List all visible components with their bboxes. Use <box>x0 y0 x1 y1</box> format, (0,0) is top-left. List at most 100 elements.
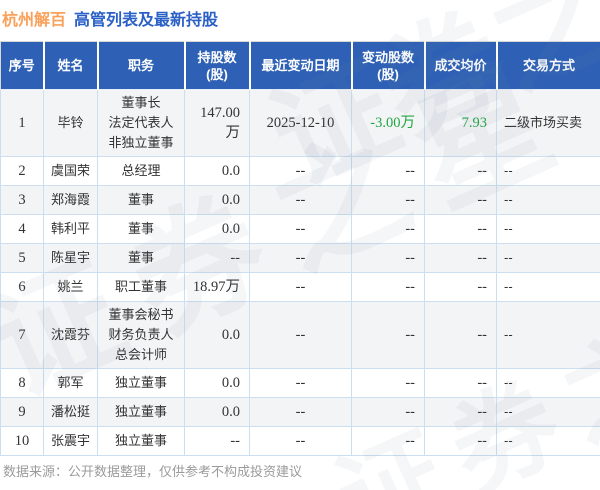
page-title: 杭州解百 高管列表及最新持股 <box>2 6 218 30</box>
cell-method: -- <box>496 301 600 369</box>
cell-name: 张震宇 <box>43 426 98 456</box>
table-row: 3 郑海霞 董事 0.0 -- -- -- -- <box>0 185 600 215</box>
cell-change: -- <box>351 272 425 302</box>
cell-price: -- <box>424 368 497 398</box>
column-header: 交易方式 <box>495 41 600 90</box>
cell-date: -- <box>249 272 352 302</box>
column-header: 姓名 <box>42 41 98 90</box>
cell-position: 董事 <box>97 214 185 244</box>
executive-holdings-table: 序号 姓名 职务 持股数 (股) 最近变动日期 变动股数 (股) 成交均价 交易方式 1 毕铃董… <box>0 41 600 456</box>
cell-change: -- <box>351 214 425 244</box>
table-row: 1 毕铃 董事长 法定代表人 非独立董事 147.00万 2025-12-10 -3.00… <box>0 89 600 157</box>
cell-shares: 0.0 <box>184 214 250 244</box>
cell-no: 10 <box>0 426 44 456</box>
cell-date: 2025-12-10 <box>249 89 352 157</box>
table-row: 5 陈星宇 董事 -- -- -- -- -- <box>0 243 600 273</box>
column-header: 职务 <box>96 41 185 90</box>
cell-change: -- <box>351 156 425 186</box>
cell-name: 毕铃 <box>43 89 98 157</box>
table-row: 8 郭军 独立董事 0.0 -- -- -- -- <box>0 368 600 398</box>
table-row: 10 张震宇 独立董事 -- -- -- -- -- <box>0 426 600 456</box>
cell-method: -- <box>496 426 600 456</box>
cell-no: 3 <box>0 185 44 215</box>
cell-shares: -- <box>184 243 250 273</box>
cell-position: 总经理 <box>97 156 185 186</box>
cell-date: -- <box>249 397 352 427</box>
cell-change: -- <box>351 397 425 427</box>
cell-price: -- <box>424 156 497 186</box>
cell-name: 郑海霞 <box>43 185 98 215</box>
column-header: 持股数 (股) <box>183 41 250 90</box>
cell-shares: 0.0 <box>184 397 250 427</box>
page: 证券之星 证券之星 证券之星 杭州解百高管列表及最新持股 序号姓名职务持股数 (… <box>0 0 600 490</box>
cell-date: -- <box>249 368 352 398</box>
table-row: 7 沈霞芬 董事会秘书 财务负责人 总会计师 0.0 -- -- -- -- <box>0 301 600 369</box>
cell-name: 郭军 <box>43 368 98 398</box>
cell-change: -3.00万 <box>351 89 425 157</box>
cell-no: 9 <box>0 397 44 427</box>
cell-price: -- <box>424 397 497 427</box>
cell-date: -- <box>249 185 352 215</box>
cell-date: -- <box>249 301 352 369</box>
cell-date: -- <box>249 214 352 244</box>
cell-no: 7 <box>0 301 44 369</box>
table-row: 2 虞国荣 总经理 0.0 -- -- -- -- <box>0 156 600 186</box>
cell-position: 职工董事 <box>97 272 185 302</box>
cell-name: 虞国荣 <box>43 156 98 186</box>
cell-method: -- <box>496 397 600 427</box>
cell-change: -- <box>351 368 425 398</box>
table-body: 1 毕铃 董事长 法定代表人 非独立董事 147.00万 2025-12-10 -3.00… <box>0 89 600 456</box>
table-row: 6 姚兰 职工董事 18.97万 -- -- -- -- <box>0 272 600 302</box>
cell-name: 韩利平 <box>43 214 98 244</box>
cell-price: -- <box>424 301 497 369</box>
cell-price: -- <box>424 272 497 302</box>
cell-name: 潘松挺 <box>43 397 98 427</box>
cell-price: -- <box>424 426 497 456</box>
cell-shares: 0.0 <box>184 156 250 186</box>
cell-shares: 18.97万 <box>184 272 250 302</box>
column-header: 成交均价 <box>423 41 497 90</box>
cell-position: 董事会秘书 财务负责人 总会计师 <box>97 301 185 369</box>
cell-date: -- <box>249 243 352 273</box>
cell-change: -- <box>351 185 425 215</box>
cell-date: -- <box>249 426 352 456</box>
table-row: 9 潘松挺 独立董事 0.0 -- -- -- -- <box>0 397 600 427</box>
cell-shares: 147.00万 <box>184 89 250 157</box>
cell-change: -- <box>351 426 425 456</box>
cell-no: 5 <box>0 243 44 273</box>
cell-no: 1 <box>0 89 44 157</box>
cell-no: 4 <box>0 214 44 244</box>
cell-no: 2 <box>0 156 44 186</box>
cell-price: 7.93 <box>424 89 497 157</box>
table-header: 序号 姓名 职务 持股数 (股) 最近变动日期 变动股数 (股) 成交均价 交易方式 <box>0 41 600 90</box>
cell-method: 二级市场买卖 <box>496 89 600 157</box>
cell-position: 独立董事 <box>97 426 185 456</box>
cell-method: -- <box>496 272 600 302</box>
cell-method: -- <box>496 156 600 186</box>
cell-position: 董事长 法定代表人 非独立董事 <box>97 89 185 157</box>
cell-name: 沈霞芬 <box>43 301 98 369</box>
cell-price: -- <box>424 243 497 273</box>
stock-name: 杭州解百 <box>2 12 67 29</box>
cell-date: -- <box>249 156 352 186</box>
cell-shares: -- <box>184 426 250 456</box>
header-row: 序号 姓名 职务 持股数 (股) 最近变动日期 变动股数 (股) 成交均价 交易方式 <box>0 41 600 90</box>
cell-method: -- <box>496 214 600 244</box>
title-text: 高管列表及最新持股 <box>74 12 219 29</box>
cell-change: -- <box>351 301 425 369</box>
cell-change: -- <box>351 243 425 273</box>
column-header: 序号 <box>0 41 44 90</box>
cell-shares: 0.0 <box>184 185 250 215</box>
cell-shares: 0.0 <box>184 301 250 369</box>
cell-name: 姚兰 <box>43 272 98 302</box>
column-header: 变动股数 (股) <box>350 41 425 90</box>
cell-method: -- <box>496 185 600 215</box>
cell-method: -- <box>496 243 600 273</box>
cell-price: -- <box>424 214 497 244</box>
cell-position: 独立董事 <box>97 368 185 398</box>
cell-position: 董事 <box>97 243 185 273</box>
table-row: 4 韩利平 董事 0.0 -- -- -- -- <box>0 214 600 244</box>
cell-price: -- <box>424 185 497 215</box>
data-source-note: 数据来源：公开数据整理，仅供参考不构成投资建议 <box>3 464 303 479</box>
cell-position: 董事 <box>97 185 185 215</box>
